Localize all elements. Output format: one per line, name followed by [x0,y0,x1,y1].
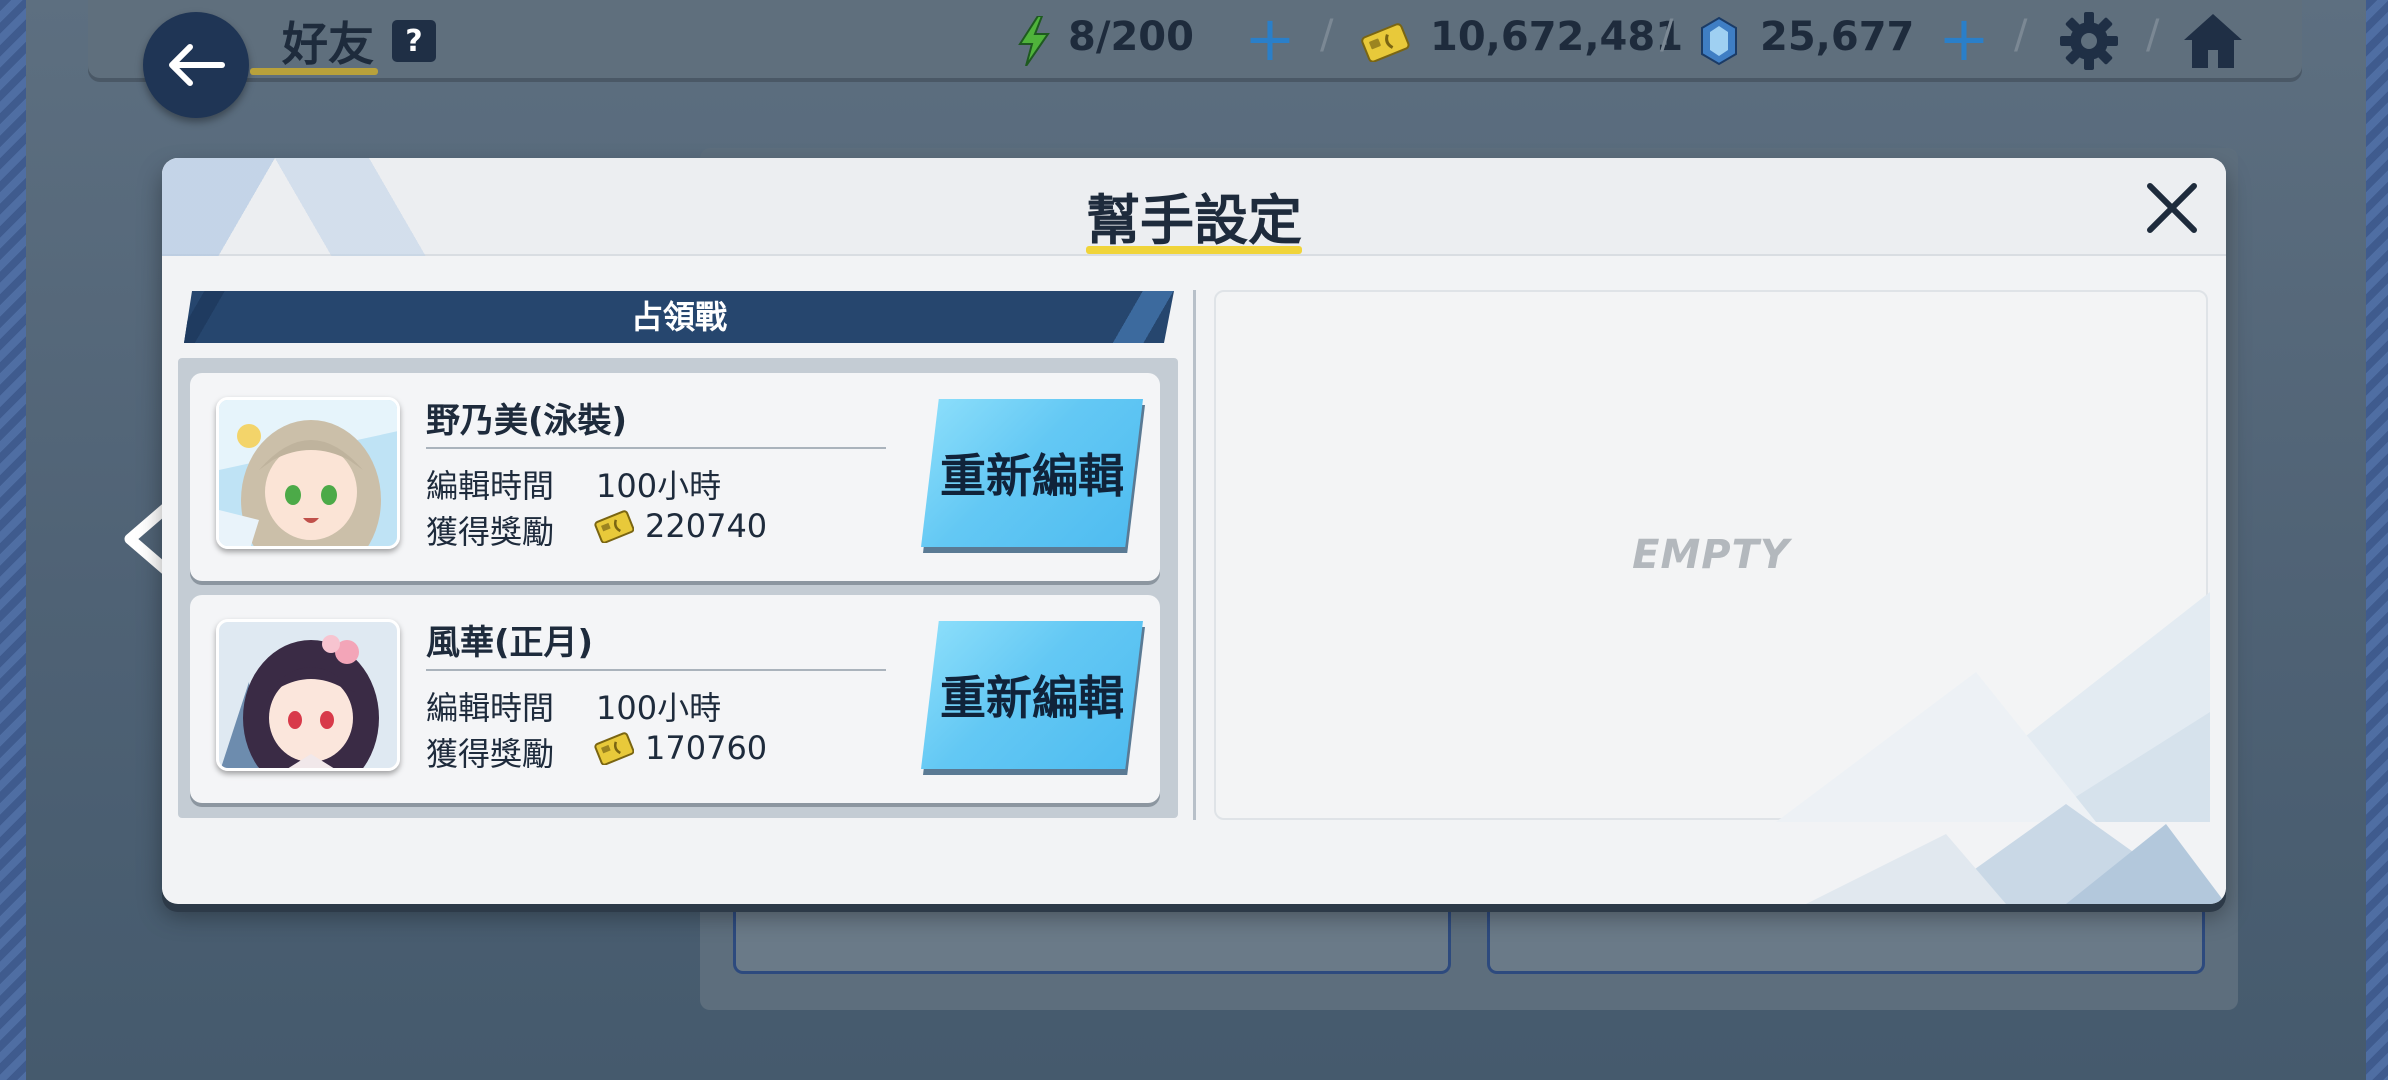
column-divider [1193,290,1196,820]
page-title: 好友 [282,17,374,71]
character-image [219,622,397,768]
gems-value: 25,677 [1760,14,1915,60]
edit-time-value: 100小時 [596,467,722,505]
separator: / [2014,12,2028,58]
empty-slot-panel: EMPTY [1214,290,2210,822]
helper-card: 野乃美(泳裝) 編輯時間 100小時 獲得獎勵 220740 重新編輯 [190,373,1160,581]
close-icon[interactable] [2144,180,2200,236]
helper-card: 風華(正月) 編輯時間 100小時 獲得獎勵 170760 重新編輯 [190,595,1160,803]
edit-time-label: 編輯時間 [426,689,555,727]
separator: / [2146,12,2160,58]
back-arrow-icon [169,44,225,86]
add-gems-button[interactable]: + [1938,4,1990,74]
character-image [219,400,397,546]
helper-settings-modal: 幫手設定 占領戰 野乃美(泳裝) 編輯時間 100小時 獲得獎勵 220740 … [162,158,2226,904]
add-stamina-button[interactable]: + [1244,4,1296,74]
character-portrait [216,397,400,549]
separator: / [1660,12,1674,58]
separator: / [1320,12,1334,58]
credits-value: 10,672,481 [1430,14,1684,60]
reedit-button[interactable]: 重新編輯 [921,621,1143,769]
back-button[interactable] [143,12,249,118]
empty-label: EMPTY [1632,532,1790,578]
character-name: 野乃美(泳裝) [426,401,628,441]
character-portrait [216,619,400,771]
edit-time-label: 編輯時間 [426,467,555,505]
right-edge-decoration [2366,0,2388,1080]
credit-card-icon [594,732,634,765]
edit-time-value: 100小時 [596,689,722,727]
home-icon[interactable] [2182,12,2244,70]
divider [426,669,886,671]
reedit-button[interactable]: 重新編輯 [921,399,1143,547]
gem-icon [1701,16,1737,66]
gear-icon[interactable] [2060,12,2118,70]
lightning-icon [1018,16,1050,66]
credit-card-icon [594,510,634,543]
modal-title: 幫手設定 [1086,189,1302,252]
reward-value: 170760 [645,729,768,767]
left-edge-decoration [0,0,26,1080]
reward-label: 獲得獎勵 [426,513,555,551]
reward-label: 獲得獎勵 [426,735,555,773]
modal-header: 幫手設定 [162,158,2226,256]
help-button[interactable]: ? [392,20,436,62]
divider [426,447,886,449]
character-name: 風華(正月) [426,623,594,663]
footer-decoration [1806,804,2226,904]
credit-card-icon [1361,23,1410,62]
section-ribbon: 占領戰 [184,291,1174,343]
reward-value: 220740 [645,507,768,545]
stamina-value: 8/200 [1068,14,1194,60]
